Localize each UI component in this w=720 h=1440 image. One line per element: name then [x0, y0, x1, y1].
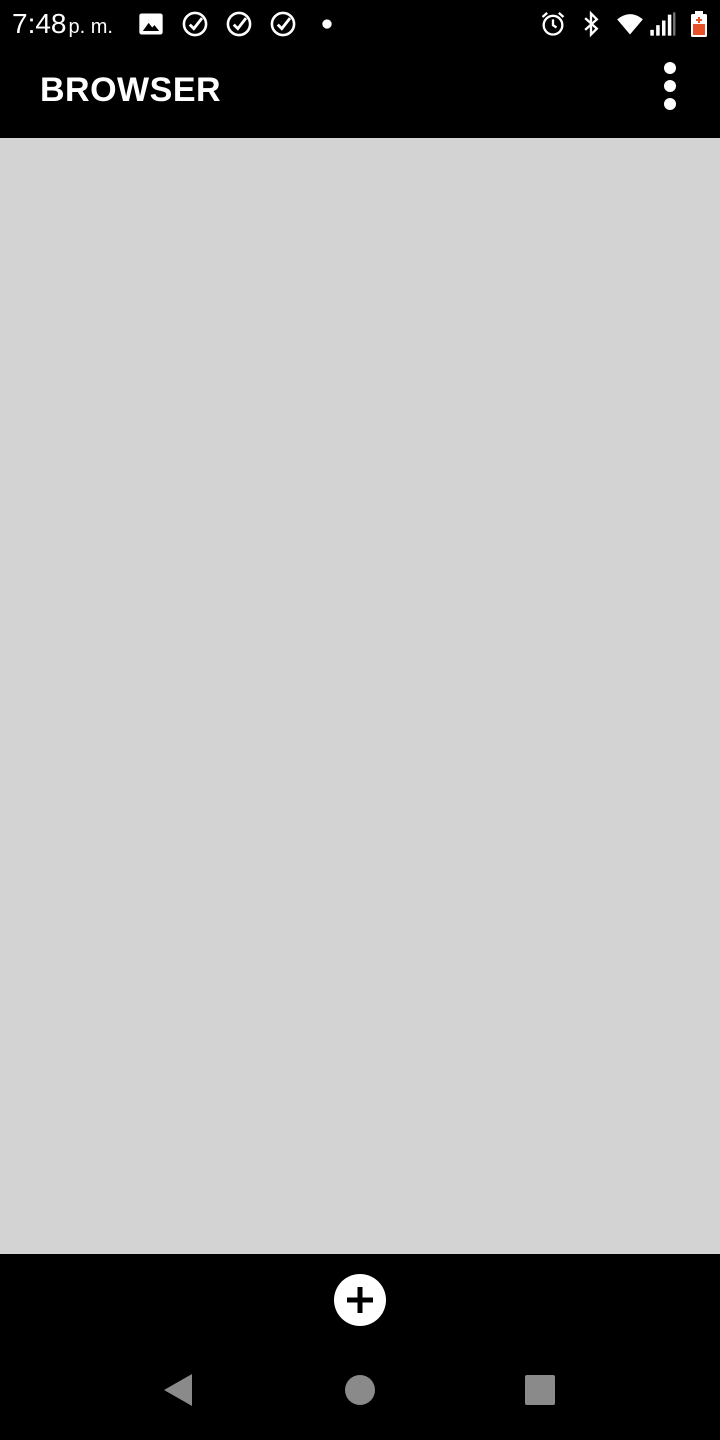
app-bar: BROWSER: [0, 48, 720, 138]
bottom-bar: [0, 1254, 720, 1346]
image-icon: [137, 10, 165, 38]
add-tab-button[interactable]: [334, 1274, 386, 1326]
recents-icon: [525, 1375, 555, 1405]
signal-icon: [648, 10, 676, 38]
alarm-icon: [539, 10, 567, 38]
app-title: BROWSER: [40, 71, 222, 109]
screen: 7:48 p. m. BROWSER: [0, 0, 720, 1440]
recents-button[interactable]: [518, 1368, 562, 1412]
bluetooth-icon: [577, 10, 605, 38]
check-circle-icon: [181, 10, 209, 38]
plus-circle-icon: [347, 1287, 373, 1313]
browser-content-area[interactable]: [0, 138, 720, 1254]
status-time-ampm: p. m.: [68, 16, 113, 38]
status-time-value: 7:48: [12, 8, 67, 39]
check-circle-icon: [269, 10, 297, 38]
wifi-icon: [614, 10, 646, 38]
status-time: 7:48 p. m.: [12, 6, 113, 45]
back-icon: [164, 1374, 192, 1406]
home-button[interactable]: [338, 1368, 382, 1412]
more-vert-icon[interactable]: [648, 56, 692, 120]
battery-icon: [686, 10, 712, 38]
nav-bar: [0, 1346, 720, 1440]
home-icon: [345, 1375, 375, 1405]
status-bar: 7:48 p. m.: [0, 0, 720, 48]
check-circle-icon: [225, 10, 253, 38]
back-button[interactable]: [156, 1368, 200, 1412]
dot-icon: [313, 10, 341, 38]
